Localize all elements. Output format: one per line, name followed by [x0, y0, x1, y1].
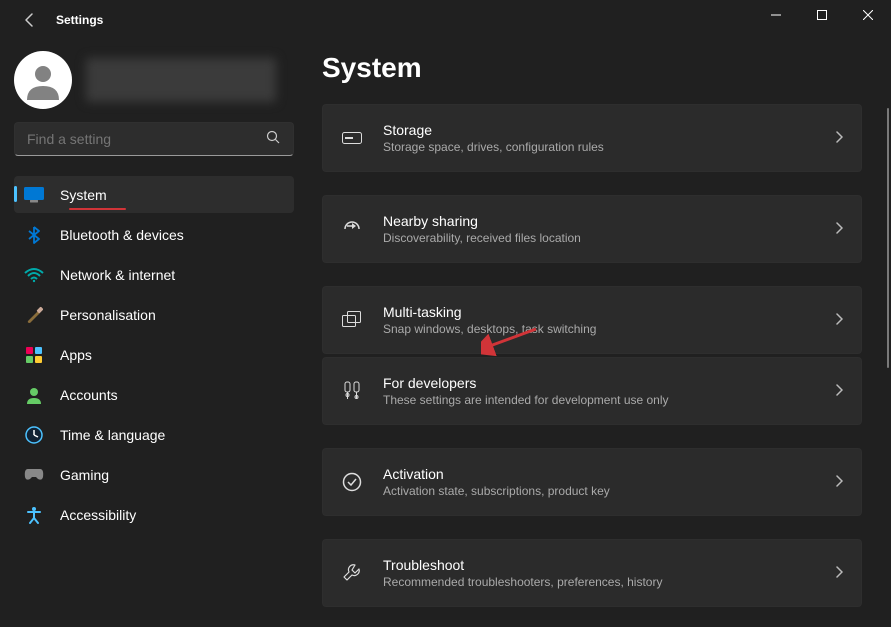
card-storage[interactable]: StorageStorage space, drives, configurat… [322, 104, 862, 172]
storage-icon [341, 127, 363, 149]
time-icon [24, 425, 44, 445]
minimize-button[interactable] [753, 0, 799, 30]
sidebar-item-time[interactable]: Time & language [14, 416, 294, 453]
brush-icon [24, 305, 44, 325]
window-controls [753, 0, 891, 30]
developer-icon [341, 380, 363, 402]
troubleshoot-icon [341, 562, 363, 584]
card-title: Multi-tasking [383, 303, 596, 321]
card-activation[interactable]: ActivationActivation state, subscription… [322, 448, 862, 516]
card-title: For developers [383, 374, 669, 392]
chevron-right-icon [835, 313, 843, 328]
back-button[interactable] [14, 4, 46, 36]
nav-list: System Bluetooth & devices Network & inter… [14, 176, 294, 533]
bluetooth-icon [24, 225, 44, 245]
card-title: Activation [383, 465, 610, 483]
sidebar-item-account[interactable]: Accounts [14, 376, 294, 413]
card-troubleshoot[interactable]: TroubleshootRecommended troubleshooters,… [322, 539, 862, 607]
card-subtitle: Snap windows, desktops, task switching [383, 321, 596, 338]
sidebar-item-label: Accounts [60, 387, 118, 403]
avatar [14, 51, 72, 109]
access-icon [24, 505, 44, 525]
card-subtitle: Recommended troubleshooters, preferences… [383, 574, 662, 591]
sidebar-item-wifi[interactable]: Network & internet [14, 256, 294, 293]
sidebar-item-apps[interactable]: Apps [14, 336, 294, 373]
profile-info-redacted [86, 58, 276, 102]
chevron-right-icon [835, 475, 843, 490]
card-developer[interactable]: For developersThese settings are intende… [322, 357, 862, 425]
main-content: System StorageStorage space, drives, con… [322, 52, 874, 627]
sidebar-item-label: System [60, 187, 107, 203]
account-icon [24, 385, 44, 405]
sidebar-item-bluetooth[interactable]: Bluetooth & devices [14, 216, 294, 253]
sidebar-item-label: Accessibility [60, 507, 136, 523]
card-subtitle: These settings are intended for developm… [383, 392, 669, 409]
search-field[interactable] [14, 122, 294, 156]
chevron-right-icon [835, 222, 843, 237]
sidebar-item-label: Time & language [60, 427, 165, 443]
sidebar-item-monitor[interactable]: System [14, 176, 294, 213]
card-subtitle: Activation state, subscriptions, product… [383, 483, 610, 500]
sidebar-item-access[interactable]: Accessibility [14, 496, 294, 533]
window-title: Settings [56, 13, 103, 27]
sidebar-item-label: Bluetooth & devices [60, 227, 184, 243]
search-icon [266, 130, 281, 148]
sidebar-item-brush[interactable]: Personalisation [14, 296, 294, 333]
search-input[interactable] [27, 131, 266, 147]
card-title: Storage [383, 121, 604, 139]
card-subtitle: Discoverability, received files location [383, 230, 581, 247]
multitask-icon [341, 309, 363, 331]
card-title: Troubleshoot [383, 556, 662, 574]
share-icon [341, 218, 363, 240]
card-multitask[interactable]: Multi-taskingSnap windows, desktops, tas… [322, 286, 862, 354]
profile-block[interactable] [14, 50, 300, 110]
card-title: Nearby sharing [383, 212, 581, 230]
maximize-button[interactable] [799, 0, 845, 30]
sidebar-item-label: Personalisation [60, 307, 156, 323]
sidebar: System Bluetooth & devices Network & inter… [0, 50, 300, 550]
card-subtitle: Storage space, drives, configuration rul… [383, 139, 604, 156]
sidebar-item-label: Gaming [60, 467, 109, 483]
chevron-right-icon [835, 566, 843, 581]
sidebar-item-label: Apps [60, 347, 92, 363]
page-heading: System [322, 52, 874, 84]
sidebar-item-gaming[interactable]: Gaming [14, 456, 294, 493]
card-share[interactable]: Nearby sharingDiscoverability, received … [322, 195, 862, 263]
apps-icon [24, 345, 44, 365]
wifi-icon [24, 265, 44, 285]
annotation-underline [69, 208, 126, 210]
card-list: StorageStorage space, drives, configurat… [322, 104, 874, 627]
close-button[interactable] [845, 0, 891, 30]
gaming-icon [24, 465, 44, 485]
monitor-icon [24, 185, 44, 205]
activation-icon [341, 471, 363, 493]
scrollbar-thumb[interactable] [887, 108, 889, 368]
chevron-right-icon [835, 384, 843, 399]
sidebar-item-label: Network & internet [60, 267, 175, 283]
chevron-right-icon [835, 131, 843, 146]
